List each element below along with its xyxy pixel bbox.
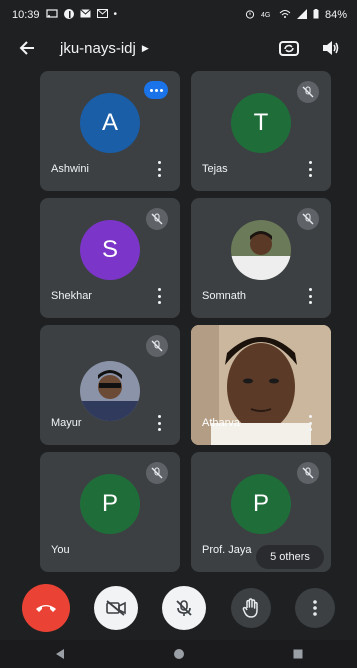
more-options-button[interactable]: [305, 161, 315, 177]
clock: 10:39: [12, 9, 40, 21]
avatar: P: [231, 474, 291, 534]
participant-tile[interactable]: A Ashwini: [40, 71, 180, 191]
avatar-initial: T: [253, 109, 269, 136]
phone-hangup-icon: [36, 605, 57, 612]
end-call-button[interactable]: [22, 584, 71, 632]
signal-icon: [296, 8, 307, 22]
alarm-icon: [245, 9, 255, 22]
meeting-code: jku-nays-idj: [60, 39, 136, 57]
header-actions: [277, 36, 343, 60]
participant-name: Ashwini: [51, 163, 89, 175]
mail-icon: [79, 9, 91, 21]
mic-off-icon: [297, 81, 319, 103]
others-chip[interactable]: 5 others: [256, 545, 324, 569]
avatar-initial: S: [101, 236, 118, 263]
more-options-button[interactable]: [154, 288, 164, 304]
avatar: S: [80, 220, 140, 280]
avatar: A: [80, 93, 140, 153]
mic-off-icon: [146, 335, 168, 357]
avatar-photo: [80, 361, 140, 421]
participant-name: Atharva: [202, 417, 240, 429]
participant-name: Shekhar: [51, 290, 92, 302]
svg-text:4G: 4G: [261, 12, 270, 19]
mic-off-icon: [176, 600, 193, 616]
cast-icon: [45, 8, 58, 22]
battery-level: 84%: [324, 9, 347, 21]
call-controls: [0, 582, 357, 634]
participant-name: Prof. Jaya: [202, 544, 252, 556]
mail-outline-icon: [96, 9, 108, 21]
participant-tile[interactable]: Somnath: [191, 198, 331, 318]
participant-video-tile[interactable]: Atharva: [191, 325, 331, 445]
speaking-indicator-icon: [144, 81, 168, 99]
facebook-icon: [63, 8, 74, 22]
avatar-initial: A: [101, 109, 118, 136]
switch-camera-button[interactable]: [277, 36, 301, 60]
wifi-icon: [279, 9, 291, 22]
back-button[interactable]: [14, 35, 40, 61]
meeting-title[interactable]: jku-nays-idj ▶: [60, 40, 149, 57]
caret-right-icon: ▶: [141, 42, 149, 53]
hand-icon: [242, 598, 258, 618]
speaker-button[interactable]: [319, 36, 343, 60]
arrow-left-icon: [19, 41, 34, 55]
mic-off-icon: [297, 208, 319, 230]
avatar: T: [231, 93, 291, 153]
status-bar: 10:39 • 4G 84%: [0, 0, 357, 30]
meeting-header: jku-nays-idj ▶: [0, 30, 357, 66]
more-options-button[interactable]: [294, 588, 335, 628]
participant-tile[interactable]: Mayur: [40, 325, 180, 445]
participant-tile[interactable]: S Shekhar: [40, 198, 180, 318]
participant-name: Tejas: [202, 163, 228, 175]
status-left: 10:39 •: [12, 8, 118, 22]
participant-name: You: [51, 544, 70, 556]
avatar-photo: [231, 220, 291, 280]
participant-tile[interactable]: P You: [40, 452, 180, 572]
mic-off-icon: [146, 208, 168, 230]
participant-name: Somnath: [202, 290, 247, 302]
mic-toggle-button[interactable]: [162, 586, 207, 630]
nav-recents-button[interactable]: [284, 640, 312, 668]
more-options-button[interactable]: [305, 288, 315, 304]
avatar-initial: P: [101, 490, 118, 517]
nav-back-button[interactable]: [46, 640, 74, 668]
avatar-initial: P: [252, 490, 269, 517]
camera-toggle-button[interactable]: [94, 586, 139, 630]
participant-name: Mayur: [51, 417, 82, 429]
nav-home-icon: [173, 649, 184, 659]
nav-recents-icon: [293, 649, 302, 659]
more-vert-icon: [313, 600, 317, 616]
more-options-button[interactable]: [154, 161, 164, 177]
notification-dot-icon: •: [113, 9, 118, 20]
participant-tile[interactable]: T Tejas: [191, 71, 331, 191]
speaker-icon: [323, 41, 339, 55]
mic-off-icon: [297, 462, 319, 484]
network-icon: 4G: [261, 9, 273, 22]
avatar: P: [80, 474, 140, 534]
mic-off-icon: [146, 462, 168, 484]
switch-camera-icon: [279, 41, 299, 56]
nav-back-icon: [55, 649, 64, 659]
nav-home-button[interactable]: [165, 640, 193, 668]
camera-off-icon: [106, 600, 127, 616]
more-options-button[interactable]: [154, 415, 164, 431]
raise-hand-button[interactable]: [230, 588, 271, 628]
system-nav-bar: [0, 640, 357, 668]
battery-icon: [313, 8, 319, 22]
status-right: 4G 84%: [245, 8, 347, 22]
more-options-button[interactable]: [305, 415, 315, 431]
